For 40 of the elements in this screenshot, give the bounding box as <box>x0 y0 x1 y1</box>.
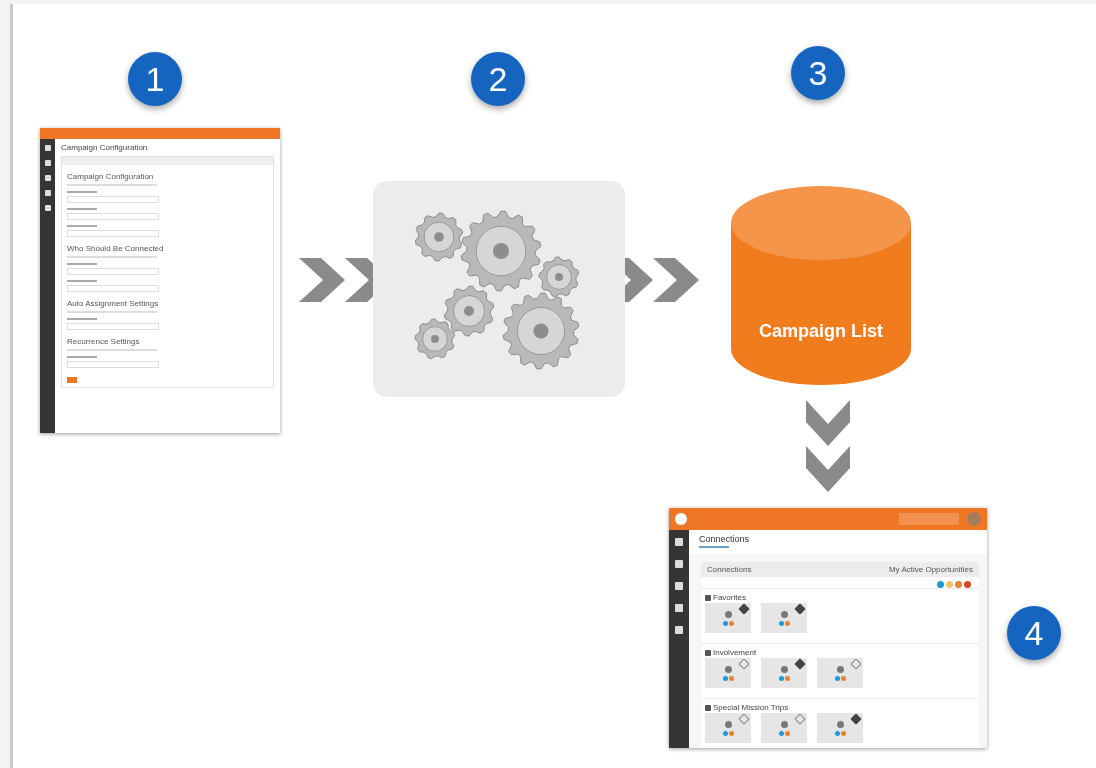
sidebar-icon <box>44 175 51 181</box>
step-number-badge: 3 <box>791 46 845 100</box>
step-number-badge: 2 <box>471 52 525 106</box>
logo-icon <box>675 513 687 525</box>
sidebar-icon <box>675 582 683 590</box>
sidebar-icon <box>44 190 51 196</box>
panel-title: Connections <box>707 565 752 574</box>
group-heading: Favorites <box>713 593 746 602</box>
filter-label: My Active Opportunities <box>888 565 973 574</box>
card-icon <box>780 610 788 618</box>
sidebar-icon <box>675 538 683 546</box>
sidebar-icon <box>44 160 51 166</box>
card-icon <box>836 665 844 673</box>
sidebar-icon <box>675 604 683 612</box>
group-icon <box>705 594 711 601</box>
avatar <box>967 512 981 526</box>
section-heading: Who Should Be Connected <box>67 244 165 253</box>
group-icon <box>705 704 711 711</box>
page-title: Campaign Configuration <box>61 143 149 152</box>
group-heading: Involvement <box>713 648 757 657</box>
group-icon <box>705 649 711 656</box>
card-icon <box>780 720 788 728</box>
page-title: Connections <box>699 534 751 544</box>
sidebar-icon <box>44 145 51 151</box>
group-heading: Special Mission Trips <box>713 703 789 712</box>
database-label: Campaign List <box>758 321 884 341</box>
card-icon <box>724 720 732 728</box>
section-heading: Campaign Configuration <box>67 172 155 181</box>
sidebar-icon <box>675 560 683 568</box>
card-icon <box>780 665 788 673</box>
sidebar-icon <box>675 626 683 634</box>
step-number-badge: 1 <box>128 52 182 106</box>
card-icon <box>836 720 844 728</box>
card-icon <box>724 610 732 618</box>
section-heading: Auto Assignment Settings <box>67 299 160 308</box>
section-heading: Recurrence Settings <box>67 337 141 346</box>
breadcrumb-line <box>699 546 729 548</box>
card-icon <box>724 665 732 673</box>
step-number-badge: 4 <box>1007 606 1061 660</box>
sidebar-icon <box>44 205 51 211</box>
